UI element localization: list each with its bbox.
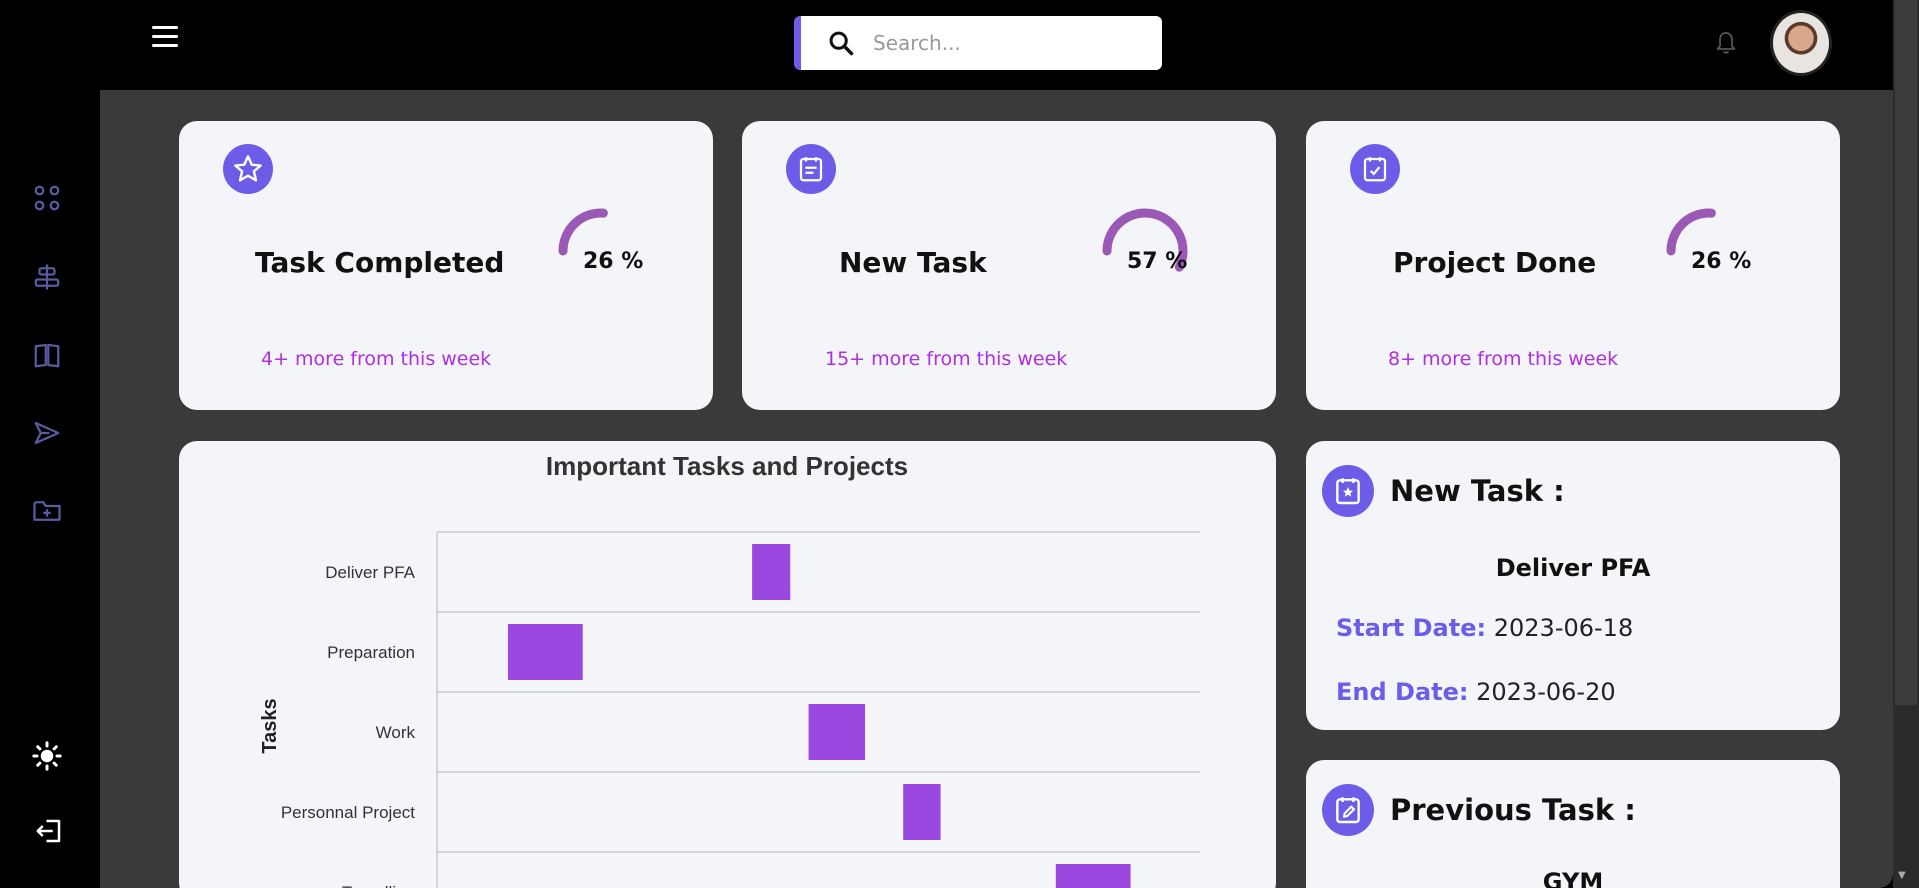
chart-category-label: Preparation [327, 643, 415, 662]
chart-title: Important Tasks and Projects [546, 451, 908, 481]
scrollbar-thumb[interactable] [1895, 0, 1917, 705]
folder-add-icon[interactable] [32, 496, 62, 526]
top-bar [0, 0, 1893, 90]
end-date: End Date: 2023-06-20 [1336, 678, 1616, 706]
search-icon[interactable] [827, 29, 855, 57]
avatar[interactable] [1770, 10, 1832, 76]
sidebar [0, 90, 100, 888]
chart-category-label: Personnal Project [281, 803, 415, 822]
start-date-value: 2023-06-18 [1493, 614, 1634, 642]
stat-more-text: 4+ more from this week [261, 348, 492, 370]
search-bar[interactable] [794, 16, 1162, 70]
start-date: Start Date: 2023-06-18 [1336, 614, 1633, 642]
calendar-icon [786, 144, 836, 194]
stat-percent: 26 % [583, 249, 644, 274]
stat-title: New Task [839, 246, 987, 279]
star-icon [223, 144, 273, 194]
stat-more-text: 8+ more from this week [1388, 348, 1619, 370]
sun-icon[interactable] [32, 741, 62, 771]
end-date-label: End Date: [1336, 678, 1469, 706]
align-icon[interactable] [32, 262, 62, 292]
chart-category-label: Work [376, 723, 416, 742]
dashboard-icon[interactable] [32, 183, 62, 213]
chart-y-axis-label: Tasks [259, 698, 281, 753]
stat-card-new-task: New Task 57 % 15+ more from this week [742, 121, 1276, 410]
new-task-name: Deliver PFA [1495, 554, 1651, 582]
start-date-label: Start Date: [1336, 614, 1487, 642]
scroll-down-arrow[interactable]: ▼ [1898, 870, 1906, 881]
app-root: Task Completed 26 % 4+ more from this we… [0, 0, 1919, 888]
new-task-heading: New Task : [1390, 474, 1565, 508]
chart-card: Important Tasks and Projects Tasks Deliv… [179, 441, 1276, 888]
gantt-chart: Important Tasks and Projects Tasks Deliv… [259, 451, 1200, 888]
new-task-card: New Task : Deliver PFA Start Date: 2023-… [1306, 441, 1840, 730]
chart-bar[interactable] [752, 544, 791, 600]
chart-category-label: Travelling [342, 883, 415, 888]
new-task-header: New Task : [1322, 465, 1565, 517]
logout-icon[interactable] [34, 816, 64, 846]
end-date-value: 2023-06-20 [1476, 678, 1616, 706]
book-icon[interactable] [32, 340, 62, 370]
stat-title: Project Done [1393, 246, 1597, 279]
stat-percent: 26 % [1691, 249, 1752, 274]
previous-task-heading: Previous Task : [1390, 793, 1636, 827]
chart-bar[interactable] [808, 704, 866, 760]
hamburger-icon[interactable] [152, 26, 182, 52]
calendar-edit-icon [1322, 784, 1374, 836]
calendar-check-icon [1350, 144, 1400, 194]
gauge-arc [558, 208, 608, 256]
gauge-arc [1666, 208, 1716, 256]
stat-more-text: 15+ more from this week [825, 348, 1068, 370]
previous-task-name: GYM [1542, 868, 1604, 888]
chart-bar[interactable] [903, 784, 941, 840]
previous-task-card: Previous Task : GYM [1306, 760, 1840, 888]
stat-card-project-done: Project Done 26 % 8+ more from this week [1306, 121, 1840, 410]
stat-title: Task Completed [255, 246, 505, 279]
calendar-star-icon [1322, 465, 1374, 517]
send-icon[interactable] [32, 418, 62, 448]
stat-percent: 57 % [1127, 249, 1188, 274]
previous-task-header: Previous Task : [1322, 784, 1636, 836]
chart-bar[interactable] [1055, 864, 1131, 888]
bell-icon[interactable] [1714, 30, 1738, 56]
chart-category-label: Deliver PFA [325, 563, 415, 582]
chart-bar[interactable] [507, 624, 583, 680]
search-input[interactable] [873, 31, 1133, 55]
stat-card-task-completed: Task Completed 26 % 4+ more from this we… [179, 121, 713, 410]
